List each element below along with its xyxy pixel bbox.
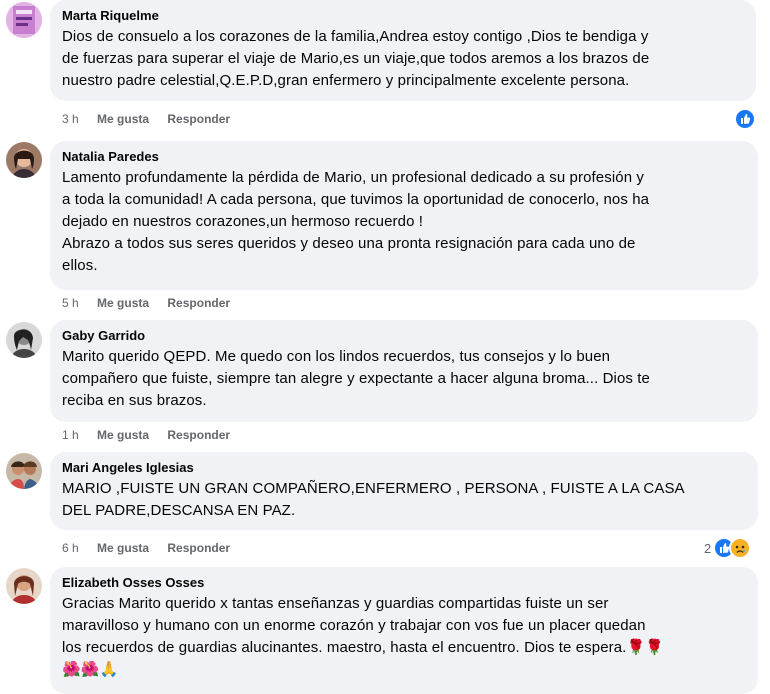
reply-button[interactable]: Responder (167, 428, 230, 442)
comment-text: Marito querido QEPD. Me quedo con los li… (62, 348, 650, 409)
reaction-summary[interactable]: 2 (704, 537, 752, 559)
reaction-count: 2 (704, 540, 712, 556)
comment-author[interactable]: Mari Angeles Iglesias (62, 460, 746, 476)
comment-actions: 5 h Me gusta Responder (62, 295, 245, 311)
like-icon (734, 108, 756, 130)
comment-bubble: Gaby Garrido Marito querido QEPD. Me que… (50, 320, 758, 422)
comment-actions: 6 h Me gusta Responder (62, 540, 245, 556)
like-button[interactable]: Me gusta (97, 112, 149, 126)
comment-text: Gracias Marito querido x tantas enseñanz… (62, 595, 665, 678)
comment-bubble: Natalia Paredes Lamento profundamente la… (50, 141, 758, 290)
comment-actions: 1 h Me gusta Responder (62, 427, 245, 443)
comment-actions: 3 h Me gusta Responder (62, 111, 245, 127)
comment-bubble: Mari Angeles Iglesias MARIO ,FUISTE UN G… (50, 452, 758, 530)
comment-text: Lamento profundamente la pérdida de Mari… (62, 169, 650, 274)
comment-author[interactable]: Natalia Paredes (62, 149, 746, 165)
comment-author[interactable]: Gaby Garrido (62, 328, 746, 344)
comment-time[interactable]: 1 h (62, 428, 79, 442)
avatar[interactable] (6, 142, 42, 178)
reply-button[interactable]: Responder (167, 541, 230, 555)
comment-text: MARIO ,FUISTE UN GRAN COMPAÑERO,ENFERMER… (62, 480, 685, 519)
avatar[interactable] (6, 453, 42, 489)
comment-author[interactable]: Elizabeth Osses Osses (62, 575, 746, 591)
comment-time[interactable]: 5 h (62, 296, 79, 310)
like-button[interactable]: Me gusta (97, 541, 149, 555)
comment-time[interactable]: 3 h (62, 112, 79, 126)
avatar[interactable] (6, 568, 42, 604)
comment-bubble: Marta Riquelme Dios de consuelo a los co… (50, 0, 756, 101)
avatar[interactable] (6, 2, 42, 38)
reply-button[interactable]: Responder (167, 112, 230, 126)
comment-time[interactable]: 6 h (62, 541, 79, 555)
comment-author[interactable]: Marta Riquelme (62, 8, 744, 24)
comment-text: Dios de consuelo a los corazones de la f… (62, 28, 650, 89)
comment-bubble: Elizabeth Osses Osses Gracias Marito que… (50, 567, 758, 694)
reaction-summary[interactable] (734, 108, 756, 130)
sad-icon (729, 537, 752, 559)
avatar[interactable] (6, 322, 42, 358)
like-button[interactable]: Me gusta (97, 428, 149, 442)
like-button[interactable]: Me gusta (97, 296, 149, 310)
reply-button[interactable]: Responder (167, 296, 230, 310)
